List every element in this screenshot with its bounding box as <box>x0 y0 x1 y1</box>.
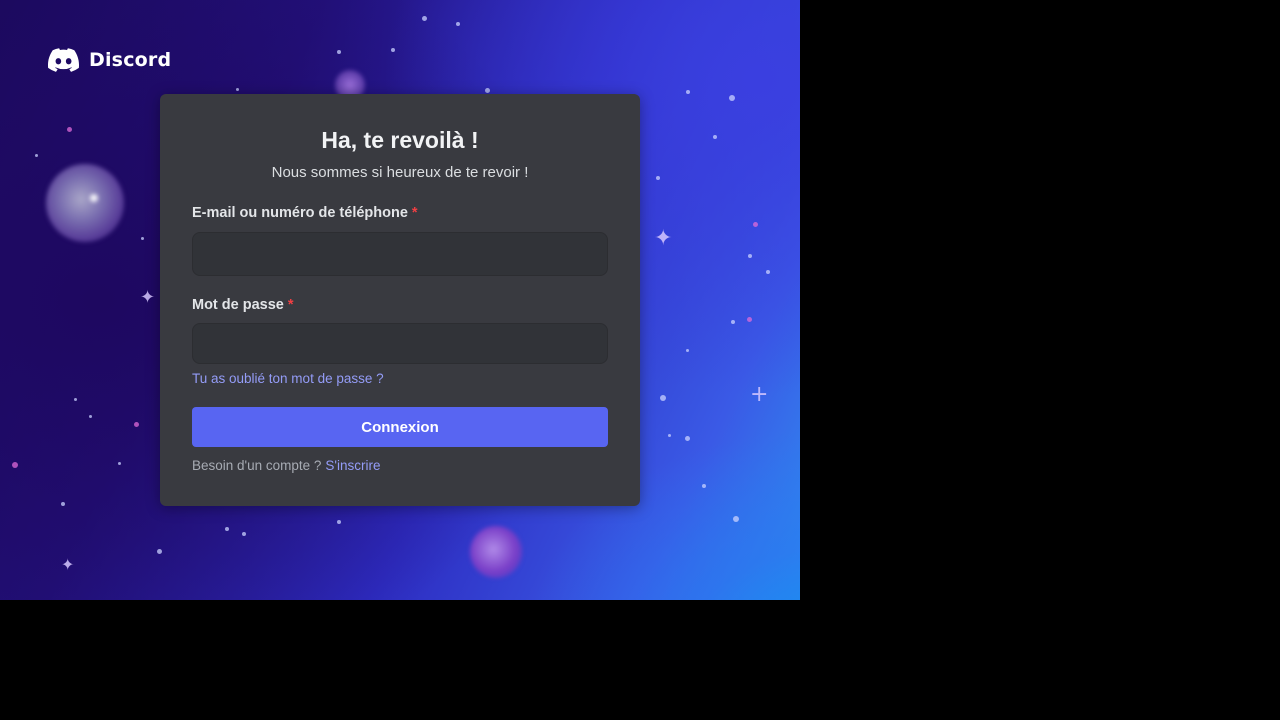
background-star <box>713 135 717 139</box>
background-star <box>685 436 690 441</box>
password-field-label: Mot de passe * <box>192 296 294 314</box>
planet-decoration <box>46 164 124 242</box>
background-star <box>242 532 246 536</box>
page-title: Ha, te revoilà ! <box>321 127 479 153</box>
background-star <box>236 88 239 91</box>
background-star <box>35 154 38 157</box>
background-star <box>485 88 490 93</box>
brand-logo[interactable]: Discord <box>48 46 171 74</box>
background-star <box>67 127 72 132</box>
background-star <box>61 502 65 506</box>
background-star <box>391 48 395 52</box>
background-star <box>118 462 121 465</box>
sparkle-icon: + <box>750 382 769 407</box>
login-card: Ha, te revoilà ! Nous sommes si heureux … <box>160 94 640 506</box>
register-prompt: Besoin d'un compte ? <box>192 458 322 473</box>
background-star <box>686 90 690 94</box>
background-star <box>141 237 144 240</box>
background-star <box>12 462 18 468</box>
planet-decoration <box>470 526 522 578</box>
background-star <box>686 349 689 352</box>
forgot-password-link[interactable]: Tu as oublié ton mot de passe ? <box>192 370 384 388</box>
email-field-label: E-mail ou numéro de téléphone * <box>192 204 418 222</box>
background-star <box>337 50 341 54</box>
register-link[interactable]: S'inscrire <box>325 458 380 473</box>
password-label-text: Mot de passe <box>192 297 284 313</box>
background-star <box>89 415 92 418</box>
background-star <box>337 520 341 524</box>
discord-logo-icon <box>48 48 79 72</box>
background-star <box>157 549 162 554</box>
register-row: Besoin d'un compte ? S'inscrire <box>192 457 381 475</box>
required-marker: * <box>411 205 418 221</box>
background-star <box>74 398 77 401</box>
login-background: ✦ ✦ ✦ + Discord Ha, te revoilà ! Nous so… <box>0 0 800 600</box>
background-star <box>766 270 770 274</box>
background-star <box>660 395 666 401</box>
background-star <box>753 222 758 227</box>
page-subtitle: Nous sommes si heureux de te revoir ! <box>271 164 529 181</box>
planet-glint <box>90 194 98 202</box>
background-star <box>731 320 735 324</box>
sparkle-icon: ✦ <box>654 226 673 251</box>
background-star <box>422 16 427 21</box>
background-star <box>656 176 660 180</box>
background-star <box>747 317 752 322</box>
background-star <box>456 22 460 26</box>
background-star <box>702 484 706 488</box>
email-field[interactable] <box>192 232 608 276</box>
password-field[interactable] <box>192 323 608 364</box>
required-marker: * <box>287 297 294 313</box>
background-star <box>729 95 735 101</box>
background-star <box>733 516 739 522</box>
background-star <box>225 527 229 531</box>
background-star <box>748 254 752 258</box>
email-label-text: E-mail ou numéro de téléphone <box>192 205 408 221</box>
background-star <box>668 434 671 437</box>
sparkle-icon: ✦ <box>61 555 75 574</box>
background-star <box>134 422 139 427</box>
sparkle-icon: ✦ <box>140 287 156 308</box>
login-button[interactable]: Connexion <box>192 407 608 447</box>
brand-name: Discord <box>89 49 172 71</box>
